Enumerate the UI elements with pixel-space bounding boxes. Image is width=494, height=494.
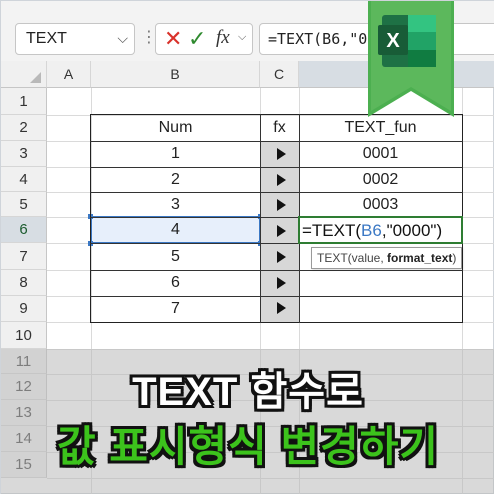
editing-cell-d6[interactable]: =TEXT(B6,"0000"): [298, 216, 463, 244]
insert-function-icon[interactable]: fx: [216, 27, 230, 49]
column-header-a[interactable]: A: [47, 61, 91, 88]
row-header-2[interactable]: 2: [1, 115, 47, 141]
row-header-1[interactable]: 1: [1, 88, 47, 115]
num-cell-b6[interactable]: 4: [91, 217, 260, 243]
name-box-value: TEXT: [26, 30, 67, 47]
play-arrow-icon: [277, 148, 286, 160]
play-arrow-icon: [277, 302, 286, 314]
row-header-3[interactable]: 3: [1, 141, 47, 167]
result-cell-d4[interactable]: 0002: [299, 167, 462, 193]
column-header-c[interactable]: C: [260, 61, 299, 88]
enter-icon[interactable]: ✓: [188, 26, 206, 52]
row-header-10[interactable]: 10: [1, 322, 47, 349]
play-arrow-icon: [277, 225, 286, 237]
header-fx[interactable]: fx: [260, 115, 299, 141]
cancel-icon[interactable]: ✕: [164, 26, 182, 52]
formula-controls: ✕ ✓ fx ⌵: [155, 23, 253, 55]
play-arrow-icon: [277, 251, 286, 263]
num-cell-b7[interactable]: 5: [91, 243, 260, 270]
row-header-5[interactable]: 5: [1, 192, 47, 217]
num-cell-b4[interactable]: 2: [91, 167, 260, 193]
play-arrow-icon: [277, 199, 286, 211]
play-arrow-icon: [277, 174, 286, 186]
row-header-9[interactable]: 9: [1, 296, 47, 322]
row-header-8[interactable]: 8: [1, 270, 47, 296]
play-arrow-icon: [277, 277, 286, 289]
num-cell-b8[interactable]: 6: [91, 270, 260, 296]
row-header-4[interactable]: 4: [1, 167, 47, 192]
chevron-down-icon[interactable]: ⌵: [238, 31, 246, 44]
chevron-down-icon[interactable]: ⌵: [117, 30, 128, 47]
num-cell-b9[interactable]: 7: [91, 296, 260, 322]
result-cell-d3[interactable]: 0001: [299, 141, 462, 167]
column-header-b[interactable]: B: [91, 61, 260, 88]
more-options-icon[interactable]: ⋮: [141, 27, 157, 47]
svg-text:X: X: [386, 30, 400, 52]
cell-reference: B6: [361, 221, 382, 240]
name-box[interactable]: TEXT ⌵: [15, 23, 135, 55]
row-header-7[interactable]: 7: [1, 243, 47, 270]
select-all-corner[interactable]: [1, 61, 47, 88]
fx-column-cells: [261, 142, 299, 322]
banner-title-line2: 값 표시형식 변경하기: [56, 423, 440, 470]
tooltip-active-arg: format_text: [387, 251, 453, 265]
function-tooltip: TEXT(value, format_text): [311, 247, 463, 269]
result-cell-d5[interactable]: 0003: [299, 192, 462, 217]
num-cell-b3[interactable]: 1: [91, 141, 260, 167]
excel-logo-icon: X: [368, 1, 454, 117]
spreadsheet-window: TEXT ⌵ ⋮ ✕ ✓ fx ⌵ =TEXT(B6,"0 A B C D 12…: [0, 0, 494, 494]
banner-title-line1: TEXT 함수로: [132, 370, 364, 414]
header-text-fun[interactable]: TEXT_fun: [299, 115, 462, 141]
num-cell-b5[interactable]: 3: [91, 192, 260, 217]
header-num[interactable]: Num: [91, 115, 260, 141]
editing-formula: =TEXT(B6,"0000"): [302, 221, 443, 240]
row-header-6[interactable]: 6: [1, 217, 47, 243]
